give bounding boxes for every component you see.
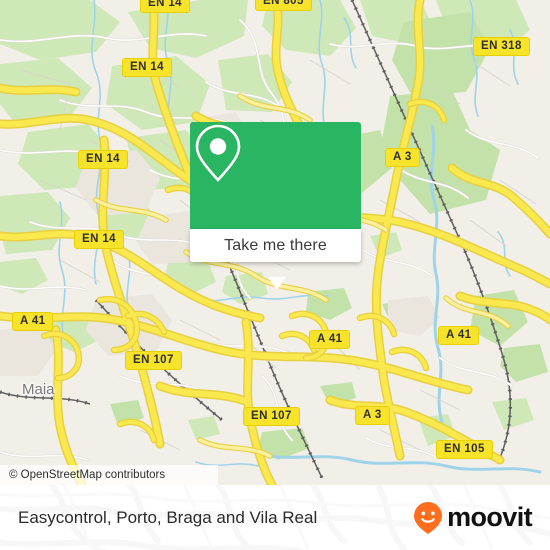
road-shield-en105: EN 105 <box>436 440 493 459</box>
take-me-there-button[interactable]: Take me there <box>190 229 361 262</box>
footer-bar: Easycontrol, Porto, Braga and Vila Real … <box>0 485 550 550</box>
moovit-wordmark: moovit <box>447 502 533 532</box>
road-shield-en107-left: EN 107 <box>125 351 182 370</box>
moovit-brand[interactable]: moovit <box>413 485 533 550</box>
road-shield-en14-lower: EN 14 <box>74 230 124 249</box>
map-attribution[interactable]: © OpenStreetMap contributors <box>0 465 218 485</box>
road-shield-en14-top: EN 14 <box>140 0 190 13</box>
map-screenshot: .park{fill:#cfe8b8;} .parkd{fill:#c3e2a9… <box>0 0 550 550</box>
take-me-there-label: Take me there <box>224 236 327 254</box>
map-canvas[interactable]: .park{fill:#cfe8b8;} .parkd{fill:#c3e2a9… <box>0 0 550 485</box>
callout-pointer-tail <box>268 277 286 290</box>
road-shield-a41-left: A 41 <box>12 312 54 331</box>
callout-image-area <box>190 122 361 229</box>
attribution-text: © OpenStreetMap contributors <box>9 469 166 481</box>
place-label-maia: Maia <box>22 381 55 398</box>
moovit-smiley-pin-icon <box>414 501 443 534</box>
road-shield-a3-upper: A 3 <box>385 148 420 167</box>
road-shield-en107-bottom: EN 107 <box>243 407 300 426</box>
road-shield-a41-right: A 41 <box>438 326 480 345</box>
road-shield-a3-bottom: A 3 <box>355 406 390 425</box>
road-shield-en14-mid: EN 14 <box>78 150 128 169</box>
location-callout-card[interactable]: Take me there <box>190 122 361 290</box>
location-pin-icon <box>195 124 241 182</box>
page-title: Easycontrol, Porto, Braga and Vila Real <box>18 507 318 527</box>
road-shield-a41-mid: A 41 <box>309 330 351 349</box>
road-shield-en805-top: EN 805 <box>255 0 312 11</box>
road-shield-en318: EN 318 <box>473 37 530 56</box>
road-shield-en14-upper: EN 14 <box>122 58 172 77</box>
